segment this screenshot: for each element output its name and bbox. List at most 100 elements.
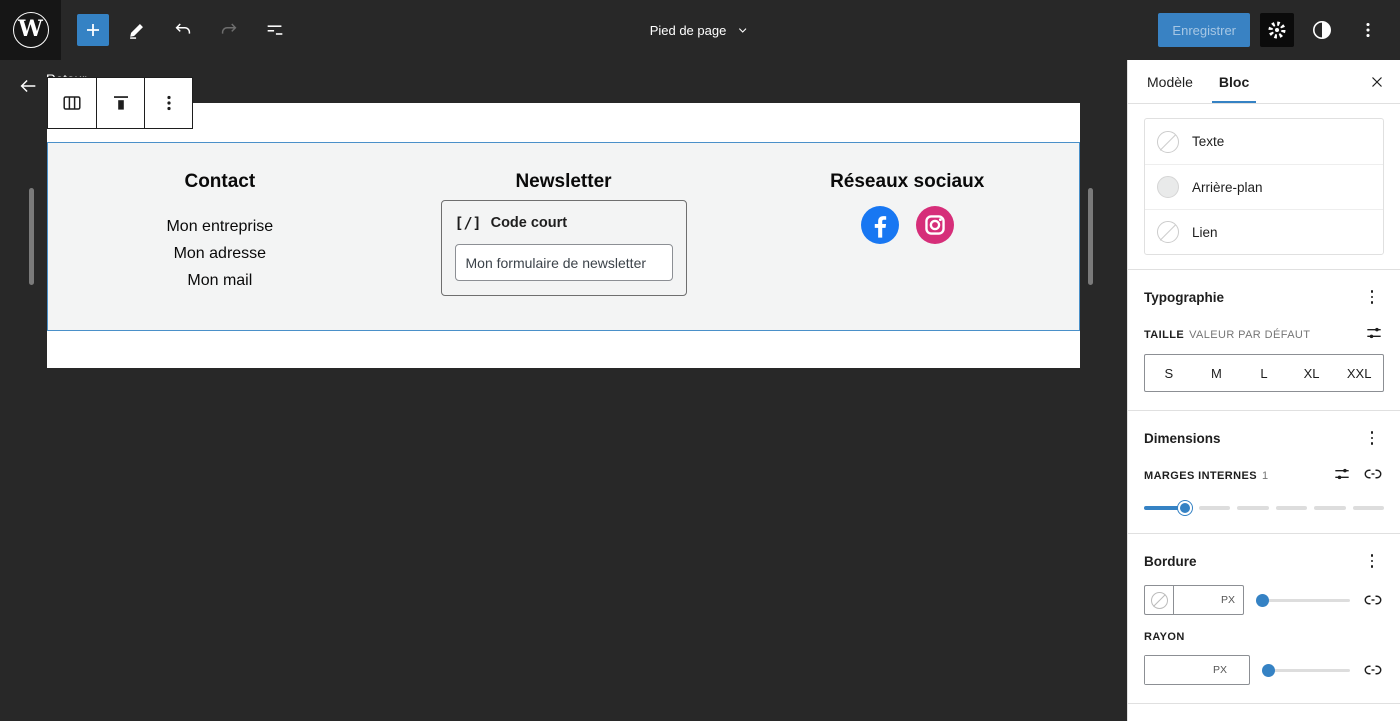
options-menu-button[interactable]	[1350, 12, 1386, 48]
background-color-swatch	[1157, 176, 1179, 198]
tab-block[interactable]: Bloc	[1206, 60, 1262, 103]
block-options-button[interactable]	[144, 78, 192, 128]
typography-panel: Typographie TAILLEVALEUR PAR DÉFAUT S M …	[1128, 270, 1400, 410]
block-inserter-button[interactable]	[77, 14, 109, 46]
close-icon	[1368, 73, 1386, 91]
settings-toggle-button[interactable]	[1260, 13, 1294, 47]
color-row-label: Arrière-plan	[1192, 180, 1263, 195]
dimensions-panel: Dimensions MARGES INTERNES 1	[1128, 411, 1400, 533]
selected-footer-group-block[interactable]: Contact Mon entreprise Mon adresse Mon m…	[47, 142, 1080, 331]
plus-icon	[83, 20, 103, 40]
kebab-menu-icon	[157, 91, 181, 115]
font-size-option-xl[interactable]: XL	[1288, 355, 1336, 391]
radius-label: RAYON	[1144, 631, 1384, 643]
padding-settings-icon[interactable]	[1332, 464, 1352, 484]
unlink-icon[interactable]	[1362, 590, 1384, 610]
undo-icon	[172, 19, 194, 41]
border-width-row: PX	[1144, 585, 1384, 615]
slider-handle[interactable]	[1256, 594, 1269, 607]
tools-button[interactable]	[119, 12, 155, 48]
dimensions-title: Dimensions	[1144, 431, 1221, 446]
color-row-text[interactable]: Texte	[1145, 119, 1383, 164]
padding-value: 1	[1262, 470, 1269, 482]
vertical-align-button[interactable]	[96, 78, 144, 128]
unlink-icon[interactable]	[1362, 464, 1384, 484]
border-radius-control: PX	[1144, 655, 1250, 685]
size-label: TAILLE	[1144, 329, 1184, 341]
tab-template[interactable]: Modèle	[1134, 60, 1206, 103]
dimensions-options-button[interactable]	[1360, 426, 1384, 450]
settings-sidebar: Modèle Bloc Texte Arrière-plan Lien Typo…	[1127, 60, 1400, 721]
wordpress-icon: W	[13, 12, 49, 48]
slider-handle[interactable]	[1262, 664, 1275, 677]
border-options-button[interactable]	[1360, 549, 1384, 573]
document-title: Pied de page	[650, 23, 727, 38]
shortcode-block[interactable]: [/] Code court	[441, 200, 687, 296]
font-size-option-s[interactable]: S	[1145, 355, 1193, 391]
border-width-control: PX	[1144, 585, 1244, 615]
border-width-input[interactable]	[1174, 586, 1221, 614]
no-color-swatch-icon	[1157, 131, 1179, 153]
unlink-icon[interactable]	[1362, 660, 1384, 680]
size-default-value: VALEUR PAR DÉFAUT	[1189, 329, 1310, 341]
color-row-label: Texte	[1192, 134, 1224, 149]
font-size-option-xxl[interactable]: XXL	[1335, 355, 1383, 391]
editor-canvas-area: Retour Contact Mon entreprise Mon adress…	[0, 60, 1127, 721]
border-panel: Bordure PX RAYON PX	[1128, 534, 1400, 703]
color-row-link[interactable]: Lien	[1145, 209, 1383, 254]
close-sidebar-button[interactable]	[1362, 67, 1392, 97]
canvas-resize-handle-right[interactable]	[1088, 188, 1093, 285]
back-button[interactable]	[16, 74, 40, 98]
color-row-background[interactable]: Arrière-plan	[1145, 164, 1383, 209]
border-radius-input[interactable]	[1145, 656, 1213, 684]
editor-top-bar: W Pied de page Enregistrer	[0, 0, 1400, 60]
slider-handle[interactable]	[1178, 501, 1192, 515]
color-settings-panel: Texte Arrière-plan Lien	[1144, 118, 1384, 255]
column-heading: Newsletter	[392, 171, 736, 193]
unit-px-label: PX	[1213, 664, 1235, 676]
styles-button[interactable]	[1304, 12, 1340, 48]
advanced-panel-toggle[interactable]: Avancé	[1128, 703, 1400, 721]
no-color-swatch-icon	[1151, 592, 1168, 609]
redo-button[interactable]	[211, 12, 247, 48]
color-row-label: Lien	[1192, 225, 1218, 240]
block-toolbar	[47, 77, 193, 129]
pencil-icon	[126, 19, 148, 41]
footer-link[interactable]: Mon entreprise	[48, 213, 392, 240]
border-width-slider[interactable]	[1256, 593, 1350, 607]
undo-button[interactable]	[165, 12, 201, 48]
facebook-icon[interactable]	[861, 206, 899, 244]
typography-options-button[interactable]	[1360, 285, 1384, 309]
redo-icon	[218, 19, 240, 41]
wordpress-logo-button[interactable]: W	[0, 0, 61, 60]
border-radius-slider[interactable]	[1262, 663, 1350, 677]
size-settings-icon[interactable]	[1364, 323, 1384, 343]
chevron-down-icon	[734, 22, 750, 38]
columns-block-type-button[interactable]	[48, 78, 96, 128]
padding-step-slider[interactable]	[1144, 501, 1384, 515]
shortcode-icon: [/]	[455, 214, 482, 232]
shortcode-input[interactable]	[455, 244, 673, 281]
border-title: Bordure	[1144, 554, 1197, 569]
list-view-button[interactable]	[257, 12, 293, 48]
footer-link[interactable]: Mon mail	[48, 267, 392, 294]
padding-label: MARGES INTERNES	[1144, 470, 1257, 482]
columns-icon	[60, 91, 84, 115]
typography-title: Typographie	[1144, 290, 1224, 305]
no-color-swatch-icon	[1157, 221, 1179, 243]
canvas-resize-handle-left[interactable]	[29, 188, 34, 285]
footer-column-newsletter: Newsletter [/] Code court	[392, 143, 736, 330]
font-size-option-m[interactable]: M	[1193, 355, 1241, 391]
footer-link[interactable]: Mon adresse	[48, 240, 392, 267]
instagram-icon[interactable]	[916, 206, 954, 244]
arrow-left-icon	[17, 75, 39, 97]
slider-fill	[1144, 506, 1182, 510]
footer-column-social: Réseaux sociaux	[735, 143, 1079, 330]
document-switcher[interactable]: Pied de page	[650, 0, 751, 60]
template-canvas: Contact Mon entreprise Mon adresse Mon m…	[47, 103, 1080, 368]
save-button[interactable]: Enregistrer	[1158, 13, 1250, 47]
font-size-option-l[interactable]: L	[1240, 355, 1288, 391]
sidebar-tabs: Modèle Bloc	[1128, 60, 1400, 104]
border-color-button[interactable]	[1145, 586, 1174, 614]
styles-half-circle-icon	[1310, 18, 1334, 42]
